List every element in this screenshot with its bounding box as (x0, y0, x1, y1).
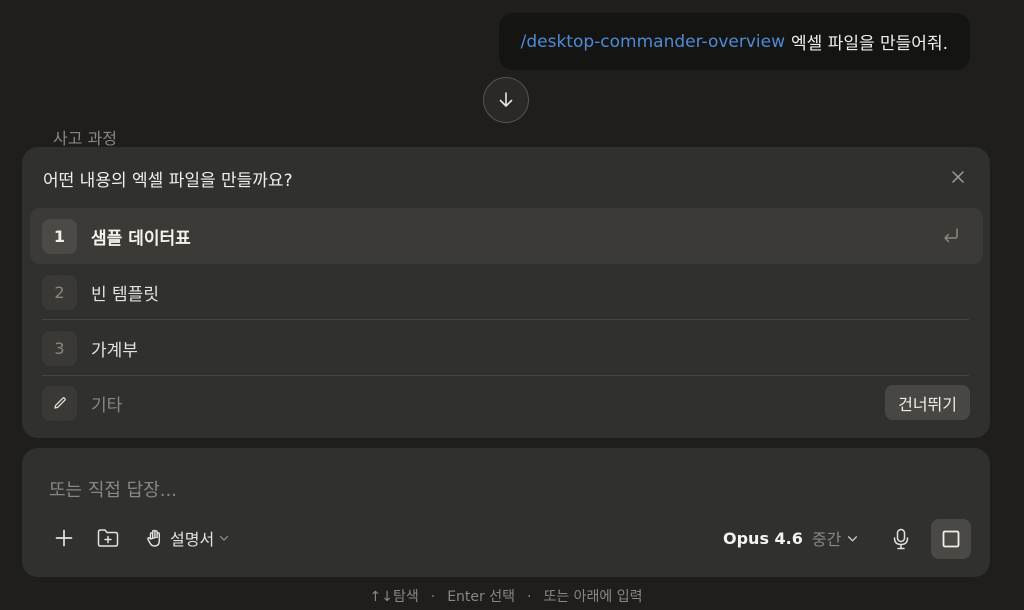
close-button[interactable] (948, 167, 968, 187)
option-1[interactable]: 1 샘플 데이터표 (30, 208, 983, 264)
style-label: 설명서 (170, 530, 215, 549)
option-label: 샘플 데이터표 (91, 228, 191, 249)
hint-navigate: ↑↓탐색 (369, 589, 419, 605)
option-label: 빈 템플릿 (91, 284, 159, 305)
hint-type-below: 또는 아래에 입력 (543, 589, 643, 605)
hint-select: Enter 선택 (447, 589, 515, 605)
chevron-down-icon (220, 535, 229, 541)
stop-square-icon (942, 530, 960, 548)
option-2[interactable]: 2 빈 템플릿 (30, 264, 983, 320)
plus-icon (55, 529, 73, 547)
slash-command[interactable]: /desktop-commander-overview (521, 32, 785, 52)
folder-plus-icon (97, 529, 119, 547)
voice-input-button[interactable] (888, 526, 914, 552)
hand-icon (147, 529, 160, 547)
close-icon (952, 171, 964, 183)
question-panel: 어떤 내용의 엑셀 파일을 만들까요? 1 샘플 데이터표 2 빈 템플릿 3 … (22, 147, 990, 438)
option-number: 3 (42, 330, 77, 366)
option-3[interactable]: 3 가계부 (30, 320, 983, 376)
composer: 또는 직접 답장... 설명서 Opus 4.6 중간 (22, 448, 990, 577)
arrow-down-icon (499, 92, 513, 107)
pencil-icon (53, 397, 66, 409)
add-folder-button[interactable] (96, 526, 120, 550)
skip-button[interactable]: 건너뛰기 (885, 385, 970, 420)
thinking-process-toggle[interactable]: 사고 과정 (53, 125, 117, 149)
option-number: 1 (42, 218, 77, 254)
chevron-down-icon (848, 535, 858, 541)
user-message-text: 엑셀 파일을 만들어줘. (791, 34, 948, 54)
hint-separator: · (430, 589, 436, 605)
other-label: 기타 (91, 395, 123, 416)
option-other[interactable]: 기타 (30, 375, 983, 431)
reply-input[interactable]: 또는 직접 답장... (49, 476, 177, 502)
model-name: Opus 4.6 (723, 528, 803, 548)
option-label: 가계부 (91, 340, 138, 361)
scroll-to-bottom-button[interactable] (483, 77, 529, 123)
effort-level: 중간 (811, 530, 842, 549)
option-number: 2 (42, 274, 77, 310)
hint-separator: · (526, 589, 532, 605)
stop-button[interactable] (931, 519, 971, 559)
question-title: 어떤 내용의 엑셀 파일을 만들까요? (43, 171, 293, 191)
pencil-badge (42, 385, 77, 421)
keyboard-hint: ↑↓탐색 · Enter 선택 · 또는 아래에 입력 (0, 586, 1012, 606)
add-button[interactable] (52, 526, 76, 550)
enter-key-icon (944, 228, 958, 243)
model-selector[interactable]: Opus 4.6 중간 (723, 526, 858, 550)
style-selector[interactable]: 설명서 (146, 526, 229, 550)
microphone-icon (893, 528, 909, 550)
user-message-bubble: /desktop-commander-overview 엑셀 파일을 만들어줘. (498, 13, 970, 70)
